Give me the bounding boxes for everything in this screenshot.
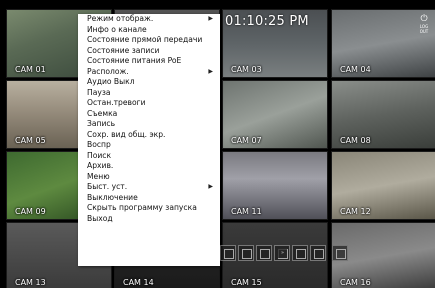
launcher-button[interactable]	[292, 245, 308, 261]
logout-button[interactable]: ⏻ LOG OUT	[415, 14, 433, 38]
launcher-button[interactable]	[332, 245, 348, 261]
menu-item[interactable]: Меню	[78, 172, 220, 183]
menu-item-label: Запись	[87, 119, 116, 128]
menu-item[interactable]: Скрыть программу запуска	[78, 203, 220, 214]
menu-item-label: Выключение	[87, 192, 138, 202]
camera-label: CAM 07	[231, 136, 262, 145]
menu-item[interactable]: Пауза	[78, 88, 220, 99]
camera-label: CAM 11	[231, 207, 262, 216]
menu-item[interactable]: Располож. ▶	[78, 67, 220, 78]
menu-item-label: Сохр. вид общ. экр.	[87, 129, 166, 139]
menu-item-label: Состояние записи	[87, 45, 160, 55]
menu-item[interactable]: Выключение	[78, 193, 220, 204]
menu-item-label: Выход	[87, 213, 113, 223]
camera-tile[interactable]: CAM 12	[331, 151, 435, 220]
launcher-button[interactable]	[310, 245, 326, 261]
menu-item-label: Остан.тревоги	[87, 98, 146, 107]
submenu-arrow-icon: ▶	[208, 67, 213, 75]
menu-item[interactable]: Состояние питания PoE	[78, 56, 220, 67]
camera-label: CAM 05	[15, 136, 46, 145]
camera-tile[interactable]: CAM 07	[222, 80, 328, 149]
camera-label: CAM 16	[340, 278, 371, 287]
menu-item-label: Аудио Выкл	[87, 77, 135, 86]
logout-label: LOG OUT	[419, 24, 429, 34]
menu-item-label: Воспр	[87, 140, 111, 149]
camera-label: CAM 15	[231, 278, 262, 287]
menu-item[interactable]: Состояние прямой передачи	[78, 35, 220, 46]
launcher-toolbar	[220, 245, 368, 261]
menu-item[interactable]: Остан.тревоги	[78, 98, 220, 109]
menu-item[interactable]: Поиск	[78, 151, 220, 162]
live-view-screen: CAM 01 CAM 03 CAM 04 CAM 05 CAM 07 CAM 08 CAM …	[0, 0, 435, 288]
menu-item-label: Располож.	[87, 66, 129, 76]
menu-item-label: Состояние прямой передачи	[87, 35, 203, 44]
launcher-button[interactable]	[256, 245, 272, 261]
submenu-arrow-icon: ▶	[208, 183, 213, 190]
menu-item-label: Быст. уст.	[87, 182, 128, 191]
camera-label: CAM 03	[231, 65, 262, 74]
context-menu: Режим отображ. ▶ Инфо о канале Состояние пр…	[78, 14, 220, 266]
menu-item[interactable]: Архив.	[78, 161, 220, 172]
menu-item[interactable]: Аудио Выкл	[78, 77, 220, 88]
camera-label: CAM 08	[340, 136, 371, 145]
logout-icon: ⏻	[420, 14, 428, 24]
menu-item-label: Инфо о канале	[87, 24, 147, 34]
camera-tile[interactable]: CAM 11	[222, 151, 328, 220]
menu-item[interactable]: Состояние записи	[78, 46, 220, 57]
menu-item-label: Поиск	[87, 150, 112, 160]
menu-item-label: Меню	[87, 171, 110, 181]
camera-label: CAM 09	[15, 207, 46, 216]
launcher-page-button[interactable]: »	[278, 248, 287, 258]
camera-tile[interactable]: CAM 08	[331, 80, 435, 149]
menu-item[interactable]: Режим отображ. ▶	[78, 14, 220, 25]
clock-display: 01:10:25 PM	[225, 14, 309, 29]
menu-item[interactable]: Быст. уст. ▶	[78, 182, 220, 193]
menu-item[interactable]: Съемка	[78, 109, 220, 120]
menu-item-label: Пауза	[87, 87, 111, 97]
menu-item-label: Режим отображ.	[87, 14, 154, 23]
menu-item[interactable]: Инфо о канале	[78, 25, 220, 36]
camera-label: CAM 04	[340, 65, 371, 74]
menu-item[interactable]: Сохр. вид общ. экр.	[78, 130, 220, 141]
menu-item-label: Съемка	[87, 108, 118, 118]
camera-label: CAM 14	[123, 278, 154, 287]
menu-item-label: Состояние питания PoE	[87, 56, 182, 65]
menu-item[interactable]: Выход	[78, 214, 220, 225]
camera-label: CAM 13	[15, 278, 46, 287]
menu-item[interactable]: Запись	[78, 119, 220, 130]
launcher-button[interactable]	[238, 245, 254, 261]
camera-label: CAM 01	[15, 65, 46, 74]
menu-item-label: Архив.	[87, 161, 114, 170]
menu-item[interactable]: Воспр	[78, 140, 220, 151]
launcher-button[interactable]	[220, 245, 236, 261]
menu-item-label: Скрыть программу запуска	[87, 203, 197, 212]
camera-label: CAM 12	[340, 207, 371, 216]
submenu-arrow-icon: ▶	[208, 15, 213, 22]
